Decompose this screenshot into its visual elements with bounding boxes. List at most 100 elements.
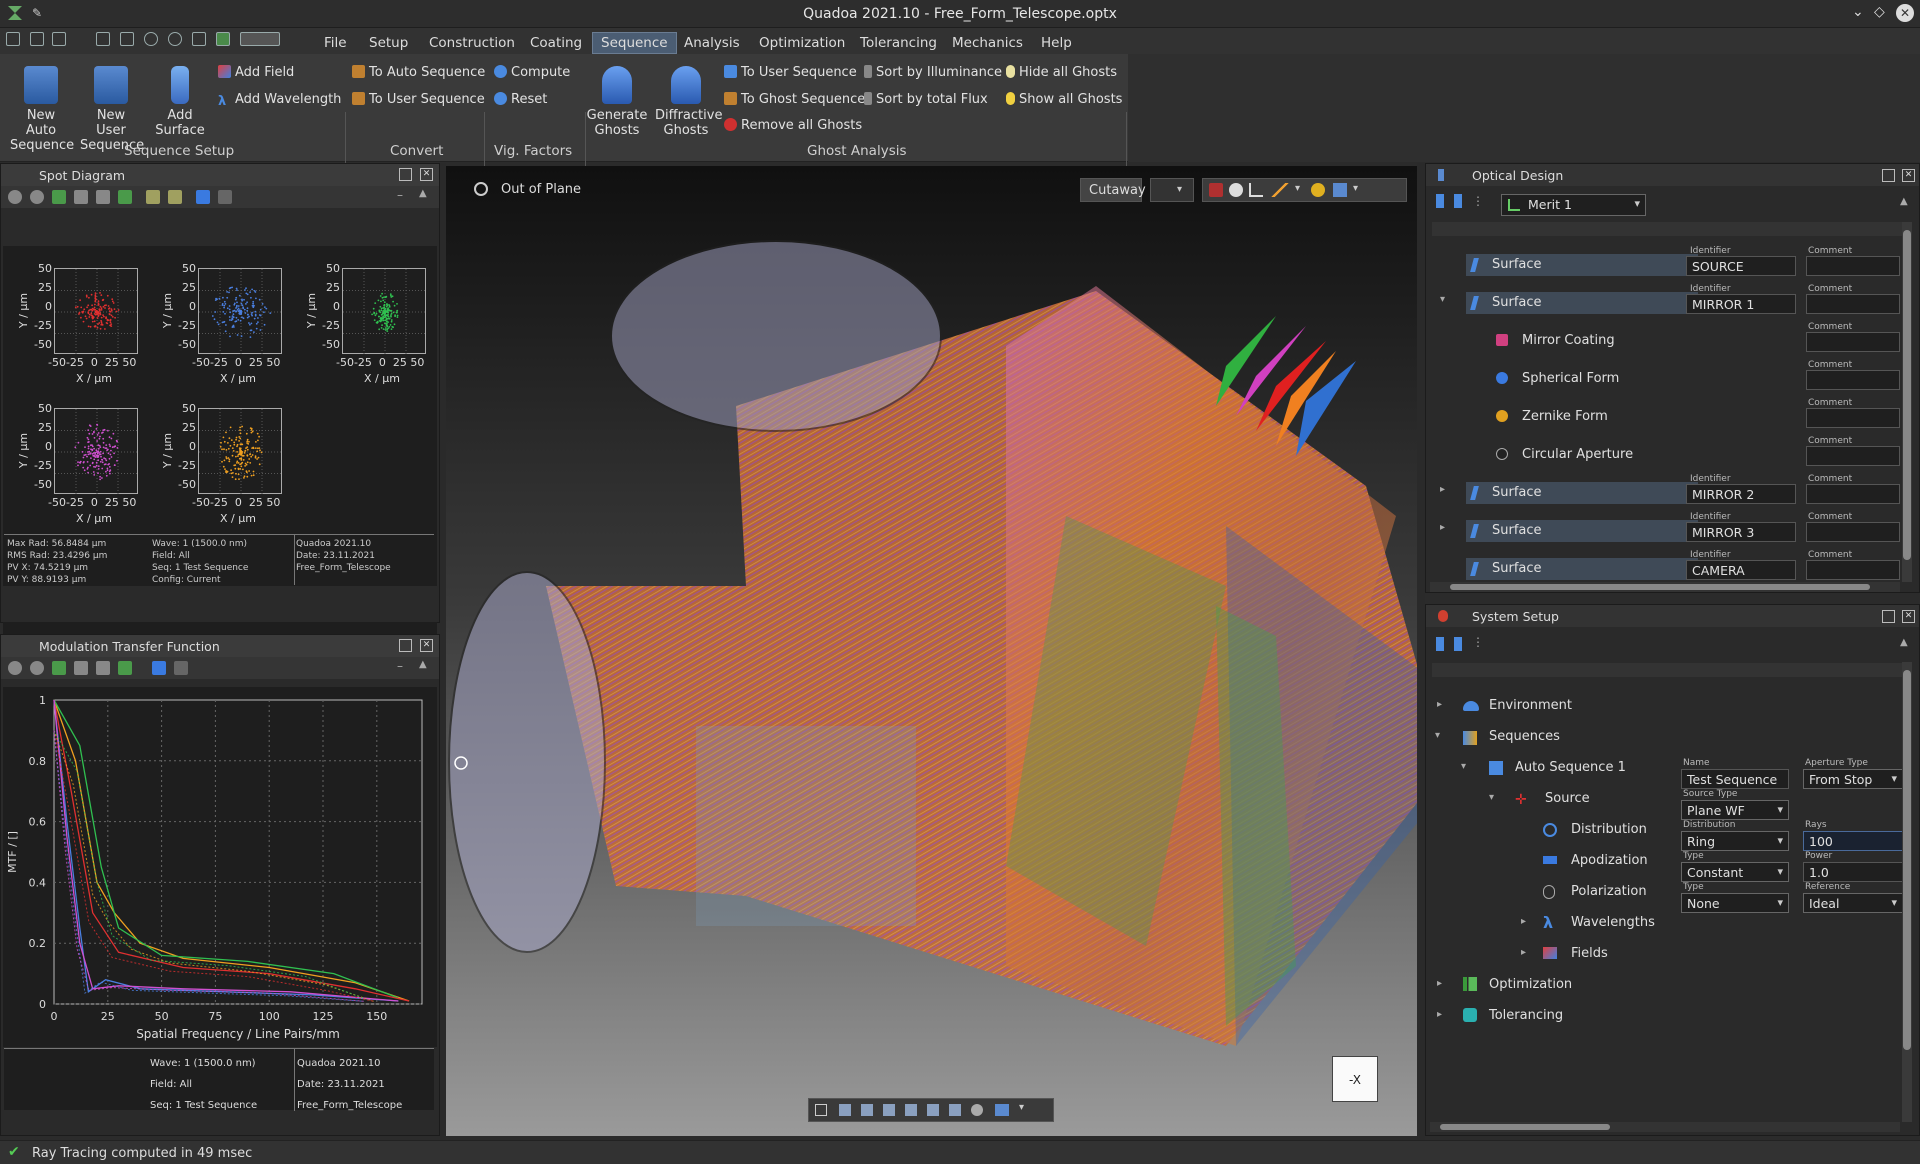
refresh-icon[interactable] [30, 661, 44, 675]
comment-field[interactable] [1806, 522, 1900, 542]
menu-optimization[interactable]: Optimization [759, 35, 845, 51]
fit-icon[interactable] [815, 1104, 827, 1116]
surface-row[interactable]: ▸ Surface Identifier MIRROR 3 Comment [1428, 512, 1900, 548]
dock-icon[interactable] [1882, 169, 1895, 182]
wavelengths-item[interactable]: Wavelengths [1571, 915, 1655, 930]
menu-coating[interactable]: Coating [530, 35, 582, 51]
camera-dropdown[interactable]: ▾ [1019, 1102, 1024, 1113]
show-all-ghosts-button[interactable]: Show all Ghosts [1006, 92, 1122, 107]
tree-expander[interactable]: ▾ [1440, 294, 1445, 305]
optimization-item[interactable]: Optimization [1489, 977, 1572, 992]
print-icon[interactable] [96, 190, 110, 204]
source-item[interactable]: Source [1545, 791, 1590, 806]
scroll-thumb[interactable] [1440, 1124, 1610, 1130]
view-right-icon[interactable] [905, 1104, 917, 1116]
identifier-field[interactable]: MIRROR 1 [1686, 294, 1796, 314]
aperture-type-select[interactable]: From Stop [1803, 769, 1903, 789]
tree-expander[interactable]: ▾ [1489, 792, 1494, 803]
component-row[interactable]: Mirror Coating Comment [1428, 322, 1900, 358]
optical-hscrollbar[interactable] [1430, 582, 1900, 592]
source-type-select[interactable]: Plane WF [1681, 800, 1789, 820]
refresh-icon[interactable] [192, 32, 206, 46]
reset-button[interactable]: Reset [494, 92, 547, 107]
tree-expander[interactable]: ▸ [1440, 484, 1445, 495]
axis-dotted-icon[interactable] [168, 190, 182, 204]
axis-icon[interactable] [1249, 183, 1263, 197]
new-file-icon[interactable] [6, 32, 20, 46]
comment-field[interactable] [1806, 560, 1900, 580]
tree-expander[interactable]: ▸ [1437, 699, 1442, 710]
panel-close-icon[interactable]: ✕ [420, 639, 433, 652]
list-icon[interactable] [174, 661, 188, 675]
collapse-icon[interactable]: ▲ [1900, 196, 1908, 207]
auto-sequence-item[interactable]: Auto Sequence 1 [1515, 760, 1626, 775]
render-mode-icon[interactable] [1333, 183, 1347, 197]
polarization-select[interactable]: None [1681, 893, 1789, 913]
scroll-thumb[interactable] [1903, 670, 1911, 1050]
view-front-icon[interactable] [839, 1104, 851, 1116]
collapse-icon[interactable]: ▲ [419, 659, 427, 670]
view-iso-icon[interactable] [971, 1104, 983, 1116]
cutaway-button[interactable]: Cutaway [1080, 178, 1146, 202]
distribution-select[interactable]: Ring [1681, 831, 1789, 851]
comment-field[interactable] [1806, 370, 1900, 390]
home-icon[interactable] [74, 661, 88, 675]
view-back-icon[interactable] [861, 1104, 873, 1116]
sequences-item[interactable]: Sequences [1489, 729, 1560, 744]
panel-close-icon[interactable]: ✕ [420, 168, 433, 181]
auto-update-icon[interactable] [216, 32, 230, 46]
minimize-panel-icon[interactable]: – [397, 659, 403, 673]
identifier-field[interactable]: SOURCE [1686, 256, 1796, 276]
reference-select[interactable]: Ideal [1803, 893, 1903, 913]
optical-scrollbar[interactable] [1902, 222, 1912, 582]
collapse-icon[interactable]: ▲ [419, 188, 427, 199]
print-icon[interactable] [96, 661, 110, 675]
component-row[interactable]: Zernike Form Comment [1428, 398, 1900, 434]
ghost-to-user-sequence-button[interactable]: To User Sequence [724, 65, 857, 80]
view-mode-icon[interactable] [474, 182, 488, 196]
surface-row[interactable]: Surface Identifier SOURCE Comment [1428, 246, 1900, 282]
identifier-field[interactable]: MIRROR 2 [1686, 484, 1796, 504]
diffractive-ghosts-button[interactable]: Diffractive Ghosts [655, 66, 722, 138]
rays-field[interactable]: 100 [1803, 831, 1903, 851]
render-mode-dropdown[interactable]: ▾ [1353, 183, 1358, 194]
generate-ghosts-button[interactable]: Generate Ghosts [586, 66, 648, 138]
axis-icon[interactable] [146, 190, 160, 204]
tree-expander[interactable]: ▾ [1435, 730, 1440, 741]
list-icon[interactable] [218, 190, 232, 204]
sort-by-flux-button[interactable]: Sort by total Flux [864, 92, 988, 107]
tree-expander[interactable]: ▸ [1521, 916, 1526, 927]
open-file-icon[interactable] [30, 32, 44, 46]
surface-row[interactable]: Surface Identifier CAMERA Comment [1428, 550, 1900, 586]
polarization-item[interactable]: Polarization [1571, 884, 1647, 899]
menu-file[interactable]: File [324, 35, 347, 51]
redo-icon[interactable] [168, 32, 182, 46]
to-auto-sequence-button[interactable]: To Auto Sequence [352, 65, 485, 80]
tree-expander[interactable]: ▸ [1437, 978, 1442, 989]
tolerancing-item[interactable]: Tolerancing [1489, 1008, 1563, 1023]
menu-setup[interactable]: Setup [369, 35, 408, 51]
tree-expander[interactable]: ▾ [1461, 761, 1466, 772]
undo-icon[interactable] [144, 32, 158, 46]
system-scrollbar[interactable] [1902, 662, 1912, 1122]
tree-expander[interactable]: ▸ [1521, 947, 1526, 958]
menu-tolerancing[interactable]: Tolerancing [860, 35, 937, 51]
aperture-icon[interactable] [1229, 183, 1243, 197]
compute-button[interactable]: Compute [494, 65, 570, 80]
component-row[interactable]: Circular Aperture Comment [1428, 436, 1900, 472]
camera-icon[interactable] [995, 1104, 1009, 1116]
close-icon[interactable]: ✕ [1896, 4, 1914, 22]
settings-icon[interactable] [8, 190, 22, 204]
hide-all-ghosts-button[interactable]: Hide all Ghosts [1006, 65, 1117, 80]
comment-field[interactable] [1806, 256, 1900, 276]
scroll-thumb[interactable] [1903, 230, 1911, 560]
dock-icon[interactable] [399, 168, 412, 181]
save-as-icon[interactable] [120, 32, 134, 46]
comment-field[interactable] [1806, 484, 1900, 504]
comment-field[interactable] [1806, 408, 1900, 428]
save-icon[interactable] [96, 32, 110, 46]
view-bottom-icon[interactable] [949, 1104, 961, 1116]
view-cube[interactable]: -X [1332, 1056, 1378, 1102]
ray-color-icon[interactable] [1269, 183, 1291, 197]
export-icon[interactable] [118, 661, 132, 675]
